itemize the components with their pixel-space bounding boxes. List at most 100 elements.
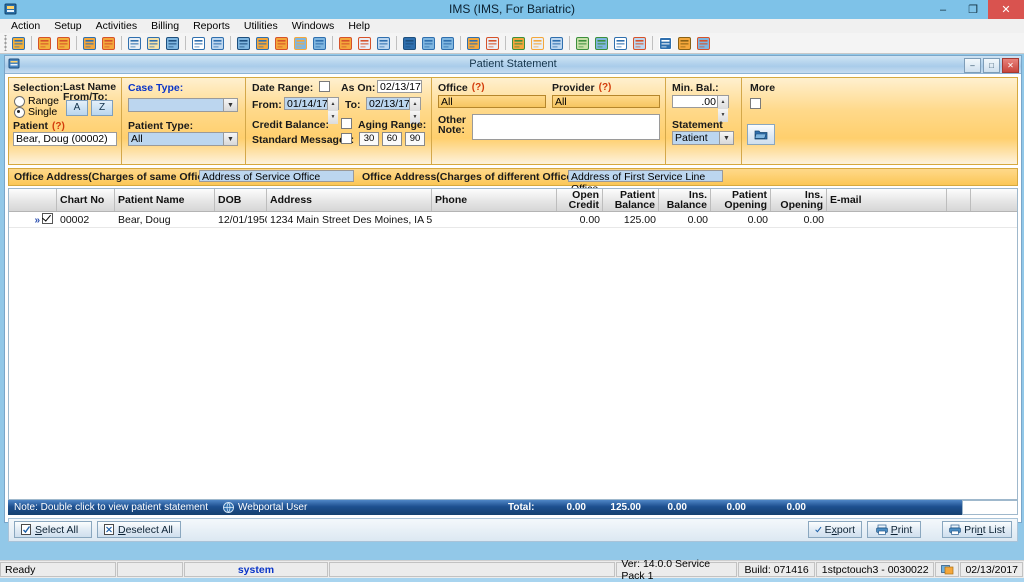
- lock-icon[interactable]: [676, 35, 693, 52]
- export-button[interactable]: Export: [808, 521, 862, 538]
- close-button[interactable]: ✕: [988, 0, 1024, 19]
- notes-icon[interactable]: [574, 35, 591, 52]
- mdi-restore-button[interactable]: □: [983, 58, 1000, 73]
- from-date-spinner[interactable]: ▲ ▼: [327, 98, 338, 124]
- menu-item-windows[interactable]: Windows: [285, 20, 342, 33]
- date-range-checkbox[interactable]: [319, 81, 330, 92]
- refund-icon[interactable]: [292, 35, 309, 52]
- menu-item-action[interactable]: Action: [4, 20, 47, 33]
- calendar-icon[interactable]: [337, 35, 354, 52]
- report-icon[interactable]: [465, 35, 482, 52]
- min-bal-spinner[interactable]: ▲ ▼: [717, 96, 728, 122]
- aging-90-button[interactable]: 90: [405, 132, 425, 146]
- aging-60-button[interactable]: 60: [382, 132, 402, 146]
- grid-header-ins_opening_bal[interactable]: Ins. OpeningBal.: [771, 189, 827, 211]
- case-type-select[interactable]: ▼: [128, 98, 238, 112]
- page-icon[interactable]: [209, 35, 226, 52]
- table-row[interactable]: » 00002 Bear, Doug 12/01/1950 1234 Main Str…: [9, 212, 1017, 228]
- grid-header-patient_name[interactable]: Patient Name: [115, 189, 215, 211]
- clipboard-icon[interactable]: [126, 35, 143, 52]
- same-office-input[interactable]: Address of Service Office: [199, 170, 354, 183]
- minimize-button[interactable]: –: [928, 0, 958, 19]
- refresh-icon[interactable]: [439, 35, 456, 52]
- row-expander-icon[interactable]: »: [35, 215, 40, 226]
- credit-balance-checkbox[interactable]: [341, 118, 352, 129]
- toolbar-grip[interactable]: [2, 35, 9, 51]
- grid-header-address[interactable]: Address: [267, 189, 432, 211]
- mdi-minimize-button[interactable]: –: [964, 58, 981, 73]
- word-icon[interactable]: [612, 35, 629, 52]
- maximize-button[interactable]: ❐: [958, 0, 988, 19]
- patient-input[interactable]: Bear, Doug (00002): [13, 132, 117, 146]
- report-edit-icon[interactable]: [484, 35, 501, 52]
- chevron-down-icon[interactable]: ▼: [719, 132, 733, 144]
- grid-header-patient_opening_bal[interactable]: Patient OpeningBal.: [711, 189, 771, 211]
- status-tray-icon-cell[interactable]: [935, 562, 960, 577]
- exit-icon[interactable]: [695, 35, 712, 52]
- select-all-button[interactable]: Select All: [14, 521, 92, 538]
- transfer-icon[interactable]: [593, 35, 610, 52]
- dollar-icon[interactable]: [235, 35, 252, 52]
- grid-header-ins_balance[interactable]: Ins. Balance: [659, 189, 711, 211]
- open-statement-button[interactable]: [747, 124, 775, 145]
- grid-header-sel[interactable]: [9, 189, 57, 211]
- shield-icon[interactable]: [164, 35, 181, 52]
- print-button[interactable]: Print: [867, 521, 921, 538]
- scheduler-icon[interactable]: [356, 35, 373, 52]
- lastname-from-button[interactable]: A: [66, 100, 88, 116]
- patient-edit-icon[interactable]: [36, 35, 53, 52]
- grid-header-pad[interactable]: [947, 189, 971, 211]
- open-folder-icon[interactable]: [81, 35, 98, 52]
- diff-office-input[interactable]: Address of First Service Line Office: [568, 170, 723, 195]
- grid-header-patient_balance[interactable]: Patient Balance: [603, 189, 659, 211]
- min-bal-input[interactable]: .00 ▲ ▼: [672, 95, 729, 122]
- patient-help-icon[interactable]: (?): [52, 121, 65, 132]
- menu-item-utilities[interactable]: Utilities: [237, 20, 285, 33]
- grid-header-open_credit[interactable]: Open Credit: [557, 189, 603, 211]
- more-checkbox[interactable]: [750, 98, 761, 109]
- contact-icon[interactable]: [529, 35, 546, 52]
- menu-item-billing[interactable]: Billing: [144, 20, 186, 33]
- to-date-spinner[interactable]: ▲ ▼: [409, 98, 420, 124]
- deselect-all-button[interactable]: Deselect All: [97, 521, 181, 538]
- help-icon[interactable]: [657, 35, 674, 52]
- office-input[interactable]: All: [438, 95, 546, 108]
- grid-header-email[interactable]: E-mail: [827, 189, 947, 211]
- radio-range-input[interactable]: [14, 95, 25, 107]
- standard-messages-checkbox[interactable]: [341, 133, 352, 144]
- chevron-down-icon[interactable]: ▼: [223, 133, 237, 145]
- lab-flask-icon[interactable]: [145, 35, 162, 52]
- chevron-down-icon[interactable]: ▼: [223, 99, 237, 111]
- row-checkbox[interactable]: [42, 213, 53, 224]
- aging-30-button[interactable]: 30: [359, 132, 379, 146]
- print-list-button[interactable]: Print List: [942, 521, 1012, 538]
- recycle-icon[interactable]: [420, 35, 437, 52]
- menu-item-setup[interactable]: Setup: [47, 20, 88, 33]
- patient-check-icon[interactable]: [55, 35, 72, 52]
- provider-help-icon[interactable]: (?): [599, 82, 612, 94]
- chart-icon[interactable]: [510, 35, 527, 52]
- radio-single-input[interactable]: [14, 106, 25, 118]
- grid-header-phone[interactable]: Phone: [432, 189, 557, 211]
- appointment-icon[interactable]: [375, 35, 392, 52]
- billing-icon[interactable]: [273, 35, 290, 52]
- menu-item-activities[interactable]: Activities: [89, 20, 144, 33]
- office-help-icon[interactable]: (?): [472, 82, 485, 94]
- excel-icon[interactable]: [631, 35, 648, 52]
- row-select-cell[interactable]: »: [9, 213, 57, 226]
- statement-icon[interactable]: [548, 35, 565, 52]
- patient-icon[interactable]: [10, 35, 27, 52]
- mdi-close-button[interactable]: ✕: [1002, 58, 1019, 73]
- grid-header-chart_no[interactable]: Chart No: [57, 189, 115, 211]
- lastname-to-button[interactable]: Z: [91, 100, 113, 116]
- provider-input[interactable]: All: [552, 95, 660, 108]
- grid-header-dob[interactable]: DOB: [215, 189, 267, 211]
- menu-item-reports[interactable]: Reports: [186, 20, 237, 33]
- to-date-input[interactable]: 02/13/17 ▲ ▼: [366, 97, 421, 124]
- menu-item-help[interactable]: Help: [341, 20, 377, 33]
- radio-single[interactable]: Single: [14, 106, 57, 118]
- from-date-input[interactable]: 01/14/17 ▲ ▼: [284, 97, 339, 124]
- other-note-input[interactable]: [472, 114, 660, 140]
- edit-note-icon[interactable]: [100, 35, 117, 52]
- document-icon[interactable]: [190, 35, 207, 52]
